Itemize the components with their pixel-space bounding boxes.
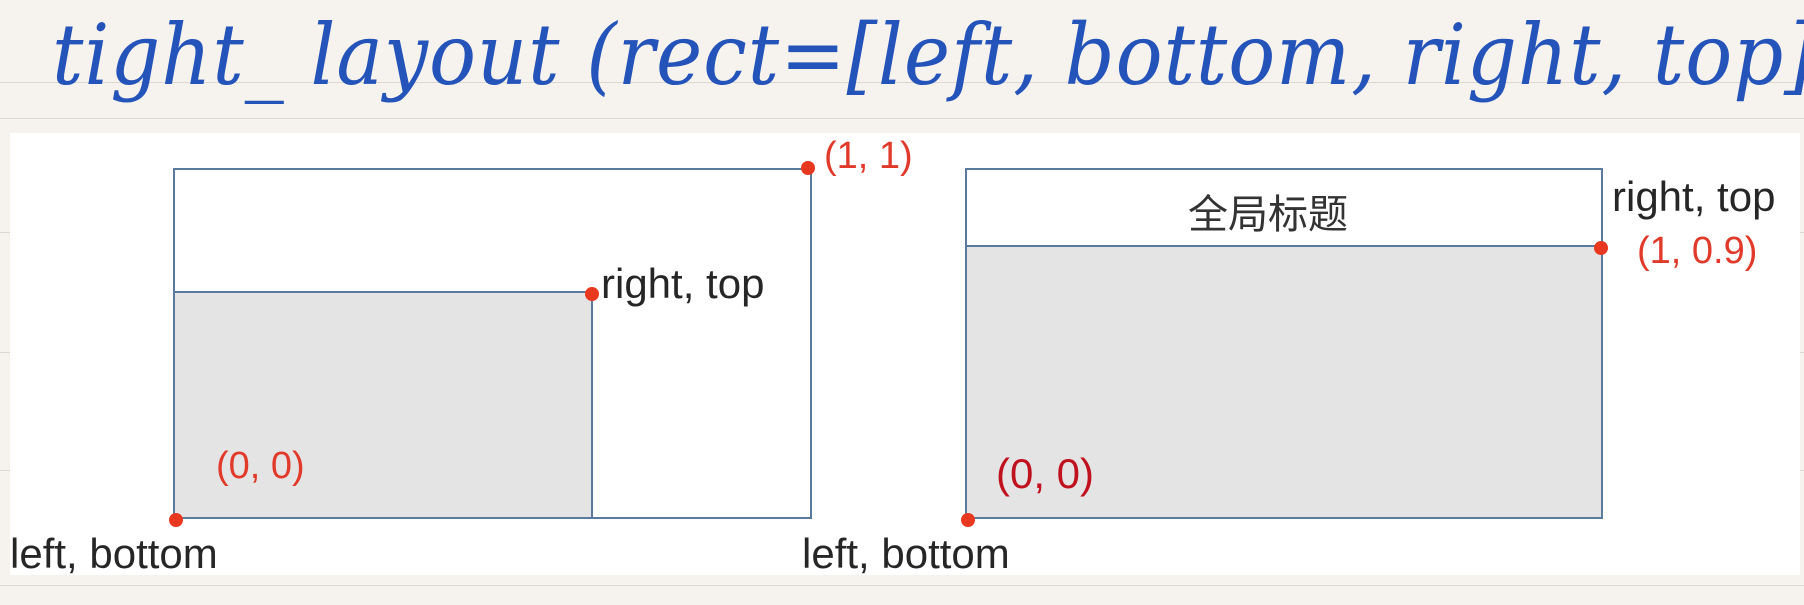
- point-right-top: [1594, 241, 1608, 255]
- point-origin-left: [169, 513, 183, 527]
- left-bottom-label: left, bottom: [802, 530, 1010, 577]
- right-top-label: right, top: [601, 260, 765, 307]
- left-bottom-label: left, bottom: [10, 530, 218, 577]
- coord-label-1-0.9: (1, 0.9): [1637, 230, 1758, 272]
- origin-coord-label: (0, 0): [996, 450, 1095, 497]
- diagram-graphics: [169, 161, 1608, 527]
- origin-coord-label: (0, 0): [216, 445, 305, 487]
- global-title-box-text: 全局标题: [1188, 192, 1348, 238]
- point-right-top-inner: [585, 287, 599, 301]
- coord-label-1-1: (1, 1): [824, 135, 913, 177]
- point-top-right-outer: [801, 161, 815, 175]
- point-origin-right: [961, 513, 975, 527]
- right-top-label: right, top: [1612, 173, 1776, 220]
